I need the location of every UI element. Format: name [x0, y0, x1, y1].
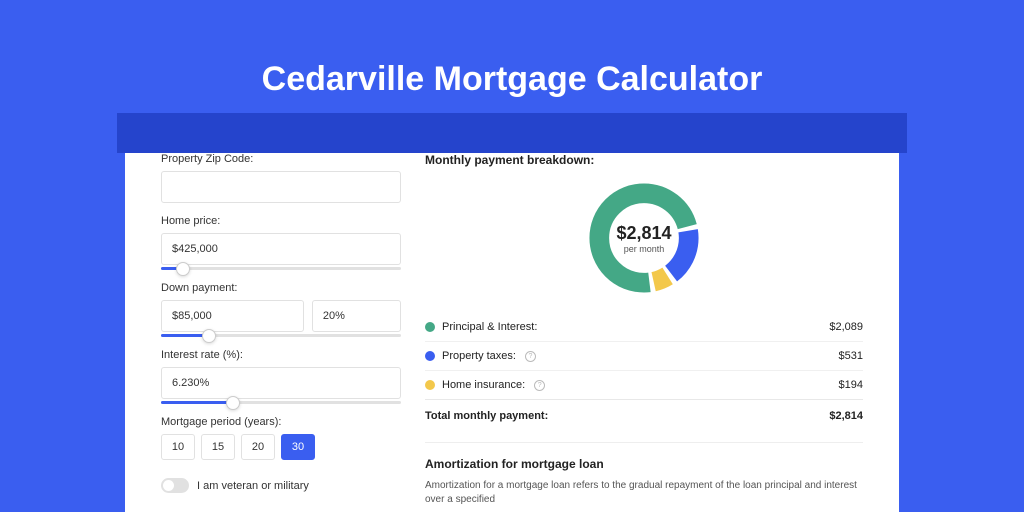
interest-rate-slider[interactable] — [161, 401, 401, 404]
total-row: Total monthly payment: $2,814 — [425, 399, 863, 436]
period-option-10[interactable]: 10 — [161, 434, 195, 460]
donut-center-amount: $2,814 — [616, 223, 671, 244]
inputs-column: Property Zip Code: Home price: Down paym… — [161, 153, 401, 512]
interest-rate-slider-thumb[interactable] — [226, 396, 240, 410]
veteran-label: I am veteran or military — [197, 480, 309, 492]
page-title: Cedarville Mortgage Calculator — [0, 0, 1024, 107]
legend-value: $194 — [839, 379, 863, 391]
zip-input[interactable] — [161, 171, 401, 203]
legend-row: Principal & Interest: $2,089 — [425, 313, 863, 342]
mortgage-period-field: Mortgage period (years): 10152030 — [161, 416, 401, 460]
legend-row: Home insurance:? $194 — [425, 371, 863, 399]
mortgage-period-options: 10152030 — [161, 434, 401, 460]
down-payment-label: Down payment: — [161, 282, 401, 294]
zip-field: Property Zip Code: — [161, 153, 401, 203]
home-price-field: Home price: — [161, 215, 401, 270]
legend-list: Principal & Interest: $2,089 Property taxe… — [425, 313, 863, 399]
down-payment-slider-thumb[interactable] — [202, 329, 216, 343]
donut-center-sub: per month — [616, 244, 671, 254]
info-icon[interactable]: ? — [525, 351, 536, 362]
mortgage-period-label: Mortgage period (years): — [161, 416, 401, 428]
legend-dot — [425, 322, 435, 332]
breakdown-title: Monthly payment breakdown: — [425, 153, 863, 167]
legend-value: $531 — [839, 350, 863, 362]
down-payment-amount-input[interactable] — [161, 300, 304, 332]
home-price-slider[interactable] — [161, 267, 401, 270]
total-label: Total monthly payment: — [425, 410, 548, 422]
amortization-text: Amortization for a mortgage loan refers … — [425, 479, 863, 507]
period-option-20[interactable]: 20 — [241, 434, 275, 460]
zip-label: Property Zip Code: — [161, 153, 401, 165]
legend-value: $2,089 — [829, 321, 863, 333]
legend-label: Home insurance: — [442, 379, 525, 391]
interest-rate-field: Interest rate (%): — [161, 349, 401, 404]
veteran-toggle[interactable] — [161, 478, 189, 493]
period-option-30[interactable]: 30 — [281, 434, 315, 460]
info-icon[interactable]: ? — [534, 380, 545, 391]
legend-dot — [425, 351, 435, 361]
legend-label: Principal & Interest: — [442, 321, 537, 333]
legend-row: Property taxes:? $531 — [425, 342, 863, 371]
legend-label: Property taxes: — [442, 350, 516, 362]
home-price-slider-thumb[interactable] — [176, 262, 190, 276]
down-payment-slider[interactable] — [161, 334, 401, 337]
period-option-15[interactable]: 15 — [201, 434, 235, 460]
veteran-row: I am veteran or military — [161, 478, 401, 493]
interest-rate-slider-fill — [161, 401, 233, 404]
legend-dot — [425, 380, 435, 390]
donut-center: $2,814 per month — [616, 223, 671, 254]
down-payment-percent-input[interactable] — [312, 300, 401, 332]
amortization-section: Amortization for mortgage loan Amortizat… — [425, 442, 863, 507]
calculator-card: Property Zip Code: Home price: Down paym… — [125, 127, 899, 512]
home-price-input[interactable] — [161, 233, 401, 265]
donut-chart-wrap: $2,814 per month — [425, 173, 863, 303]
header-accent-bar — [117, 113, 907, 153]
total-value: $2,814 — [829, 410, 863, 422]
home-price-label: Home price: — [161, 215, 401, 227]
down-payment-field: Down payment: — [161, 282, 401, 337]
interest-rate-label: Interest rate (%): — [161, 349, 401, 361]
amortization-title: Amortization for mortgage loan — [425, 457, 863, 471]
interest-rate-input[interactable] — [161, 367, 401, 399]
breakdown-column: Monthly payment breakdown: $2,814 per mo… — [425, 153, 863, 512]
